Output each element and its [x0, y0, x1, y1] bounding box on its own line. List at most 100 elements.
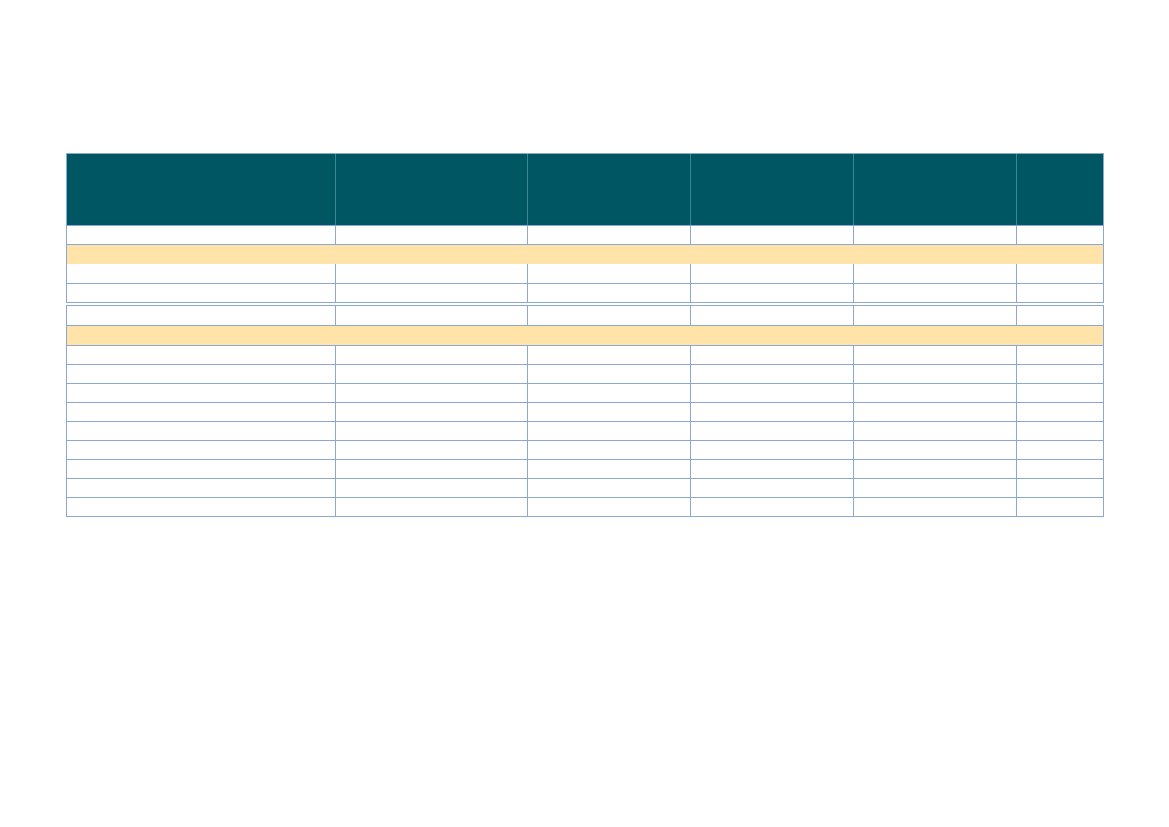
table-cell [67, 226, 335, 244]
table-cell [335, 226, 527, 244]
table-cell [1016, 403, 1103, 421]
table-cell [690, 460, 853, 478]
table-cell [1016, 226, 1103, 244]
table-cell [67, 498, 335, 516]
section-label [67, 326, 1103, 330]
table-cell [335, 403, 527, 421]
table-block-2 [66, 305, 1104, 517]
table-cell [527, 384, 690, 402]
table-cell [690, 384, 853, 402]
table-cell [527, 460, 690, 478]
table-cell [1016, 306, 1103, 325]
table-cell [527, 264, 690, 283]
table-row [67, 402, 1103, 421]
column-header [853, 154, 1016, 225]
section-header-row [67, 244, 1103, 264]
table-cell [853, 479, 1016, 497]
table-row [67, 459, 1103, 478]
table-header-row [67, 154, 1103, 225]
table-cell [690, 441, 853, 459]
table-cell [335, 264, 527, 283]
table-cell [690, 365, 853, 383]
table-cell [335, 306, 527, 325]
table-cell [690, 264, 853, 283]
table-cell [690, 403, 853, 421]
table-cell [527, 479, 690, 497]
table-row [67, 440, 1103, 459]
table-cell [67, 264, 335, 283]
table-cell [67, 284, 335, 302]
table-cell [853, 346, 1016, 364]
table-cell [527, 284, 690, 302]
table-cell [690, 306, 853, 325]
column-header [1016, 154, 1103, 225]
table-cell [335, 384, 527, 402]
table-block-1 [66, 153, 1104, 303]
section-header-row [67, 325, 1103, 345]
table-cell [853, 264, 1016, 283]
table-cell [67, 306, 335, 325]
table-row [67, 306, 1103, 325]
table-cell [527, 403, 690, 421]
table-cell [335, 284, 527, 302]
table-cell [853, 384, 1016, 402]
section-label [67, 245, 1103, 249]
table-cell [853, 403, 1016, 421]
table-cell [853, 422, 1016, 440]
table-row [67, 345, 1103, 364]
table-cell [67, 422, 335, 440]
table-body [67, 345, 1103, 516]
table-cell [853, 284, 1016, 302]
column-header [690, 154, 853, 225]
table-cell [527, 346, 690, 364]
table-cell [690, 422, 853, 440]
table-cell [690, 479, 853, 497]
table-cell [527, 422, 690, 440]
table-cell [853, 306, 1016, 325]
column-header [67, 154, 335, 225]
table-row [67, 225, 1103, 244]
table-cell [1016, 346, 1103, 364]
table-cell [690, 498, 853, 516]
table-cell [335, 460, 527, 478]
table-row [67, 264, 1103, 283]
table-cell [690, 284, 853, 302]
table-cell [335, 479, 527, 497]
table-cell [853, 498, 1016, 516]
table-cell [67, 460, 335, 478]
table-cell [853, 365, 1016, 383]
table-cell [335, 441, 527, 459]
table-cell [527, 365, 690, 383]
table-cell [335, 365, 527, 383]
table-cell [1016, 460, 1103, 478]
table-cell [527, 441, 690, 459]
table-row [67, 497, 1103, 516]
table-cell [1016, 498, 1103, 516]
column-header [527, 154, 690, 225]
table-cell [1016, 284, 1103, 302]
table-row [67, 364, 1103, 383]
table-cell [690, 226, 853, 244]
table-cell [335, 346, 527, 364]
table-cell [527, 498, 690, 516]
table-cell [67, 384, 335, 402]
table-row [67, 478, 1103, 497]
table-cell [853, 460, 1016, 478]
table-cell [1016, 441, 1103, 459]
column-header [335, 154, 527, 225]
table-cell [1016, 479, 1103, 497]
table-cell [853, 226, 1016, 244]
table-cell [1016, 422, 1103, 440]
table-row [67, 421, 1103, 440]
table-cell [67, 346, 335, 364]
table-cell [67, 365, 335, 383]
table-cell [335, 498, 527, 516]
table-cell [690, 346, 853, 364]
table-cell [527, 226, 690, 244]
table-cell [1016, 384, 1103, 402]
table-row [67, 283, 1103, 302]
table-cell [335, 422, 527, 440]
table-cell [67, 441, 335, 459]
table-cell [527, 306, 690, 325]
table-cell [1016, 365, 1103, 383]
